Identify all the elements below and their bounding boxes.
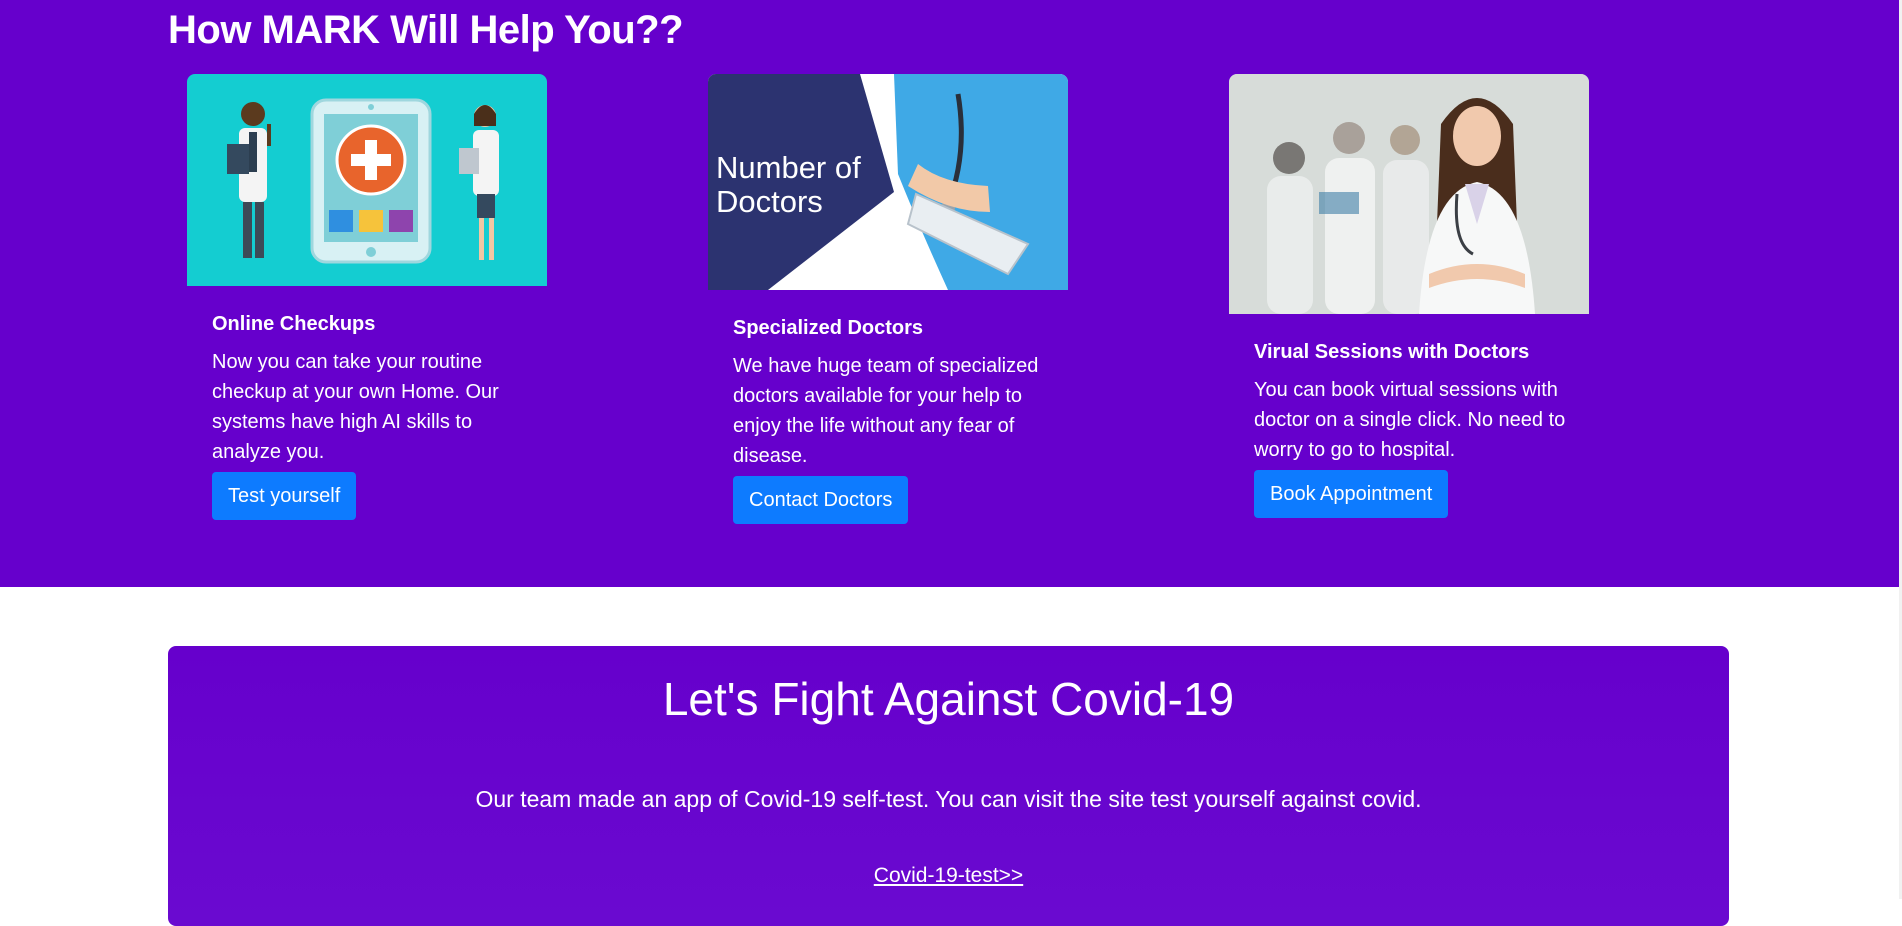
section-title: How MARK Will Help You?? — [168, 8, 684, 52]
number-of-doctors-image: Number of Doctors — [708, 74, 1068, 290]
card-title: Specialized Doctors — [733, 317, 924, 339]
covid-title: Let's Fight Against Covid-19 — [662, 673, 1235, 725]
card-title: Virual Sessions with Doctors — [1254, 341, 1530, 363]
card-text: You can book virtual sessions with docto… — [1254, 379, 1566, 461]
covid-text: Our team made an app of Covid-19 self-te… — [475, 786, 1422, 812]
image-caption-text: Number of — [716, 150, 861, 185]
covid-test-link-wrapper: Covid-19-test>> — [168, 864, 1729, 888]
online-checkup-image — [187, 74, 547, 286]
book-appointment-button[interactable]: Book Appointment — [1254, 470, 1449, 518]
card-online-checkups: Online Checkups Now you can take your ro… — [187, 74, 547, 544]
card-text: We have huge team of specialized doctors… — [733, 355, 1039, 467]
covid-banner: Let's Fight Against Covid-19 Our team ma… — [168, 646, 1729, 926]
svg-text:Doctors: Doctors — [716, 184, 823, 219]
covid-test-link[interactable]: Covid-19-test>> — [874, 864, 1023, 887]
card-text: Now you can take your routine checkup at… — [212, 351, 499, 463]
card-virtual-sessions: Virual Sessions with Doctors You can boo… — [1229, 74, 1589, 544]
doctors-team-image — [1229, 74, 1589, 314]
help-section: How MARK Will Help You?? Online Checkups… — [0, 0, 1899, 587]
contact-doctors-button[interactable]: Contact Doctors — [733, 476, 909, 524]
card-title: Online Checkups — [212, 313, 376, 335]
test-yourself-button[interactable]: Test yourself — [212, 472, 357, 520]
card-specialized-doctors: Number of Doctors Specialized Doctors We… — [708, 74, 1068, 548]
